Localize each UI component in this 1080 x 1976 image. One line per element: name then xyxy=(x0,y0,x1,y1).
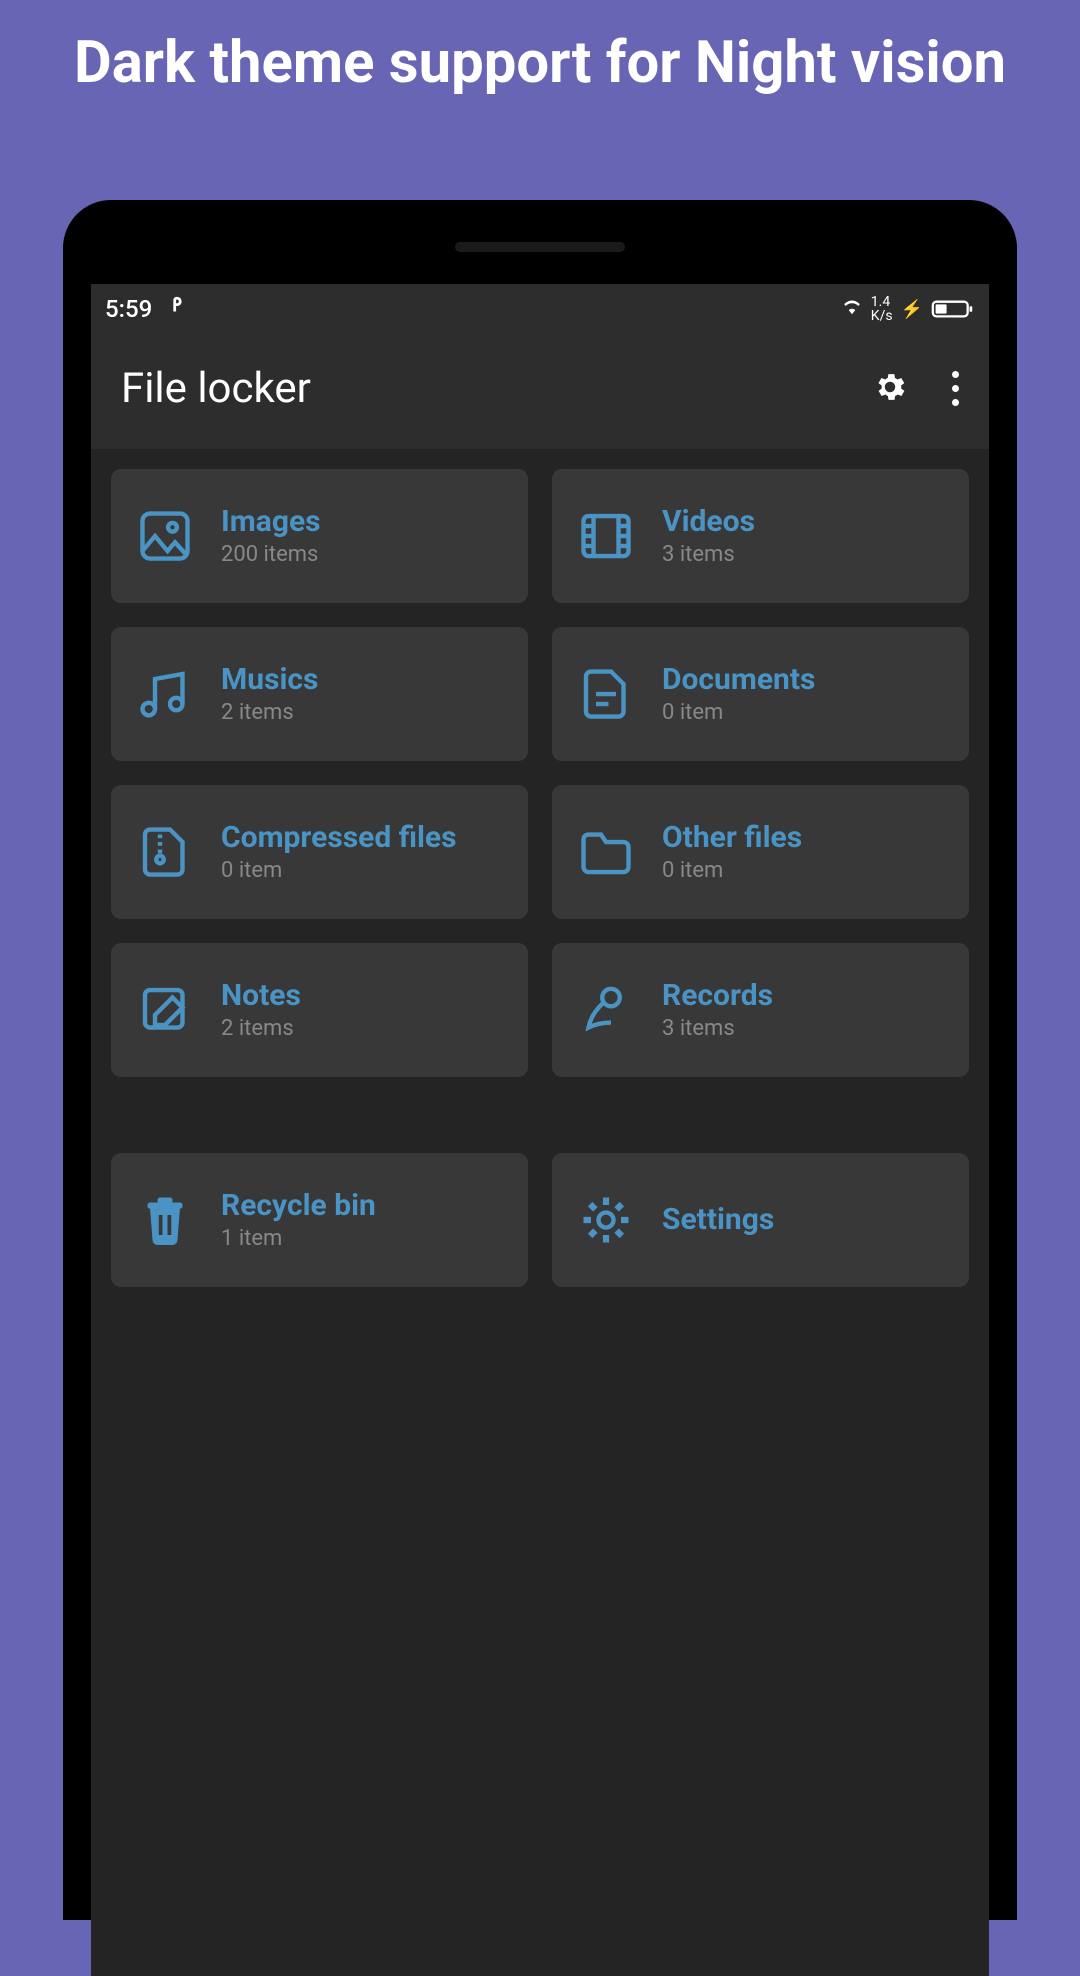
card-compressed[interactable]: Compressed files 0 item xyxy=(111,785,528,919)
phone-screen: 5:59 1.4 K/s ⚡ File locker xyxy=(91,284,989,1976)
gear-icon xyxy=(574,1188,638,1252)
card-title: Records xyxy=(662,979,773,1014)
status-left: 5:59 xyxy=(105,295,188,323)
zip-icon xyxy=(133,820,197,884)
status-time: 5:59 xyxy=(105,295,152,323)
card-title: Musics xyxy=(221,663,318,698)
card-title: Videos xyxy=(662,505,755,540)
card-recycle-bin[interactable]: Recycle bin 1 item xyxy=(111,1153,528,1287)
trash-icon xyxy=(133,1188,197,1252)
card-musics[interactable]: Musics 2 items xyxy=(111,627,528,761)
wifi-icon xyxy=(841,295,863,323)
card-subtitle: 2 items xyxy=(221,700,318,725)
card-records[interactable]: Records 3 items xyxy=(552,943,969,1077)
card-images[interactable]: Images 200 items xyxy=(111,469,528,603)
card-other-files[interactable]: Other files 0 item xyxy=(552,785,969,919)
card-documents[interactable]: Documents 0 item xyxy=(552,627,969,761)
system-grid: Recycle bin 1 item Settings xyxy=(111,1153,969,1287)
charge-icon: ⚡ xyxy=(901,299,923,320)
music-icon xyxy=(133,662,197,726)
card-title: Recycle bin xyxy=(221,1189,376,1224)
status-bar: 5:59 1.4 K/s ⚡ xyxy=(91,284,989,334)
card-title: Settings xyxy=(662,1203,774,1238)
section-spacer xyxy=(111,1101,969,1129)
card-subtitle: 1 item xyxy=(221,1226,376,1251)
card-title: Images xyxy=(221,505,321,540)
image-icon xyxy=(133,504,197,568)
content-area: Images 200 items Videos 3 items xyxy=(91,449,989,1976)
phone-frame: 5:59 1.4 K/s ⚡ File locker xyxy=(63,200,1017,1920)
card-title: Other files xyxy=(662,821,802,856)
card-subtitle: 3 items xyxy=(662,1016,773,1041)
document-icon xyxy=(574,662,638,726)
categories-grid: Images 200 items Videos 3 items xyxy=(111,469,969,1077)
folder-icon xyxy=(574,820,638,884)
card-subtitle: 200 items xyxy=(221,542,321,567)
header-actions xyxy=(872,369,967,409)
card-videos[interactable]: Videos 3 items xyxy=(552,469,969,603)
network-speed: 1.4 K/s xyxy=(871,295,893,323)
card-settings[interactable]: Settings xyxy=(552,1153,969,1287)
card-title: Notes xyxy=(221,979,301,1014)
card-subtitle: 3 items xyxy=(662,542,755,567)
video-icon xyxy=(574,504,638,568)
status-right: 1.4 K/s ⚡ xyxy=(841,295,975,323)
promo-title: Dark theme support for Night vision xyxy=(0,0,1080,117)
card-subtitle: 0 item xyxy=(221,858,457,883)
p-icon xyxy=(166,295,188,323)
battery-icon xyxy=(931,297,975,321)
more-menu-icon[interactable] xyxy=(944,371,967,406)
app-title: File locker xyxy=(121,364,311,413)
card-title: Documents xyxy=(662,663,815,698)
microphone-icon xyxy=(574,978,638,1042)
card-subtitle: 2 items xyxy=(221,1016,301,1041)
card-subtitle: 0 item xyxy=(662,700,815,725)
note-edit-icon xyxy=(133,978,197,1042)
phone-speaker xyxy=(455,242,625,252)
card-subtitle: 0 item xyxy=(662,858,802,883)
settings-gear-icon[interactable] xyxy=(872,369,908,409)
card-notes[interactable]: Notes 2 items xyxy=(111,943,528,1077)
app-header: File locker xyxy=(91,334,989,449)
card-title: Compressed files xyxy=(221,821,457,856)
